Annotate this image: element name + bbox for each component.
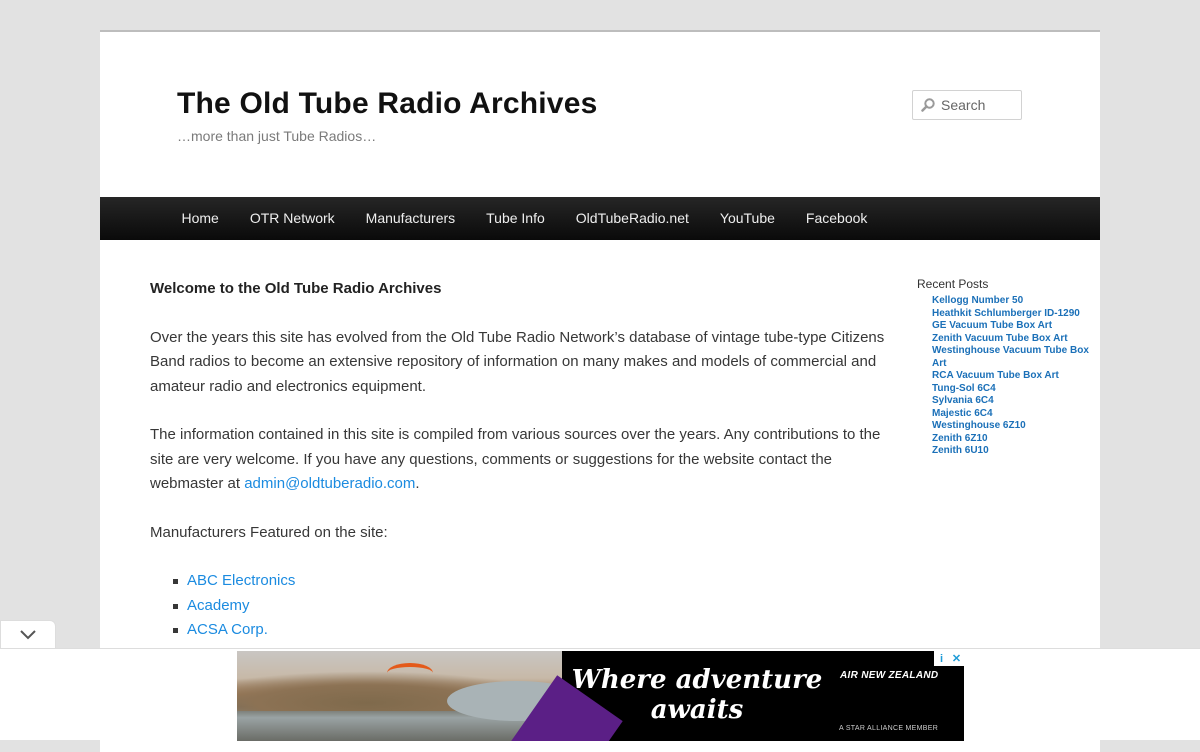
ad-brand-logo: AIR NEW ZEALAND bbox=[840, 670, 939, 681]
ad-collapse-button[interactable] bbox=[0, 620, 56, 648]
contributions-end: . bbox=[415, 475, 420, 492]
list-item: Sylvania 6C4 bbox=[932, 395, 1097, 408]
search-icon bbox=[921, 98, 935, 112]
manufacturer-link-acsa-corp[interactable]: ACSA Corp. bbox=[187, 621, 268, 638]
site-description: …more than just Tube Radios… bbox=[177, 128, 377, 144]
main-navigation: Home OTR Network Manufacturers Tube Info… bbox=[100, 197, 1100, 240]
recent-post-link[interactable]: Tung-Sol 6C4 bbox=[932, 383, 996, 394]
recent-post-link[interactable]: Kellogg Number 50 bbox=[932, 295, 1023, 306]
manufacturers-intro: Manufacturers Featured on the site: bbox=[150, 523, 388, 541]
search-input[interactable] bbox=[941, 97, 1021, 113]
ad-badges: i ✕ bbox=[934, 651, 964, 666]
search-box[interactable] bbox=[912, 90, 1022, 120]
list-item: Zenith 6U10 bbox=[932, 445, 1097, 458]
list-item: Majestic 6C4 bbox=[932, 408, 1097, 421]
list-item: ABC Electronics bbox=[173, 569, 895, 594]
list-item: ACSA Corp. bbox=[173, 618, 895, 643]
contributions-paragraph: The information contained in this site i… bbox=[150, 423, 895, 497]
recent-post-link[interactable]: Heathkit Schlumberger ID-1290 bbox=[932, 308, 1080, 319]
nav-item-tube-info[interactable]: Tube Info bbox=[471, 197, 561, 240]
page-container: The Old Tube Radio Archives …more than j… bbox=[100, 30, 1100, 752]
list-item: GE Vacuum Tube Box Art bbox=[932, 320, 1097, 333]
intro-paragraph: Over the years this site has evolved fro… bbox=[150, 328, 885, 395]
recent-posts-title: Recent Posts bbox=[917, 277, 989, 291]
list-item: Tung-Sol 6C4 bbox=[932, 383, 1097, 396]
recent-post-link[interactable]: Zenith 6Z10 bbox=[932, 433, 988, 444]
recent-post-link[interactable]: Zenith 6U10 bbox=[932, 445, 989, 456]
recent-post-link[interactable]: Zenith Vacuum Tube Box Art bbox=[932, 333, 1068, 344]
recent-post-link[interactable]: Westinghouse Vacuum Tube Box Art bbox=[932, 345, 1089, 369]
ad-landscape-image bbox=[237, 651, 587, 741]
manufacturer-link-academy[interactable]: Academy bbox=[187, 597, 250, 614]
chevron-down-icon bbox=[20, 629, 36, 639]
list-item: RCA Vacuum Tube Box Art bbox=[932, 370, 1097, 383]
ad-alliance-text: A STAR ALLIANCE MEMBER bbox=[839, 725, 939, 732]
main-content: Welcome to the Old Tube Radio Archives O… bbox=[150, 277, 895, 643]
list-item: Kellogg Number 50 bbox=[932, 295, 1097, 308]
list-item: Zenith Vacuum Tube Box Art bbox=[932, 333, 1097, 346]
nav-item-facebook[interactable]: Facebook bbox=[790, 197, 882, 240]
welcome-heading: Welcome to the Old Tube Radio Archives bbox=[150, 280, 442, 297]
list-item: Zenith 6Z10 bbox=[932, 433, 1097, 446]
manufacturers-list: ABC Electronics Academy ACSA Corp. bbox=[150, 569, 895, 643]
webmaster-email-link[interactable]: admin@oldtuberadio.com bbox=[244, 475, 415, 492]
recent-posts-list: Kellogg Number 50 Heathkit Schlumberger … bbox=[917, 295, 1097, 458]
advertisement-banner[interactable]: Where adventure awaits AIR NEW ZEALAND A… bbox=[237, 651, 964, 741]
nav-item-manufacturers[interactable]: Manufacturers bbox=[350, 197, 470, 240]
site-title[interactable]: The Old Tube Radio Archives bbox=[177, 87, 597, 121]
close-icon[interactable]: ✕ bbox=[949, 651, 964, 666]
recent-post-link[interactable]: GE Vacuum Tube Box Art bbox=[932, 320, 1052, 331]
recent-post-link[interactable]: RCA Vacuum Tube Box Art bbox=[932, 370, 1059, 381]
ad-info-icon[interactable]: i bbox=[934, 651, 949, 666]
recent-post-link[interactable]: Majestic 6C4 bbox=[932, 408, 993, 419]
nav-item-otr-network[interactable]: OTR Network bbox=[234, 197, 350, 240]
list-item: Heathkit Schlumberger ID-1290 bbox=[932, 308, 1097, 321]
recent-post-link[interactable]: Sylvania 6C4 bbox=[932, 395, 994, 406]
paraglider-icon bbox=[387, 663, 433, 683]
ad-headline: Where adventure awaits bbox=[571, 665, 823, 725]
list-item: Westinghouse Vacuum Tube Box Art bbox=[932, 345, 1097, 370]
list-item: Westinghouse 6Z10 bbox=[932, 420, 1097, 433]
list-item: Academy bbox=[173, 594, 895, 619]
recent-post-link[interactable]: Westinghouse 6Z10 bbox=[932, 420, 1026, 431]
nav-item-youtube[interactable]: YouTube bbox=[704, 197, 790, 240]
nav-item-oldtuberadio-net[interactable]: OldTubeRadio.net bbox=[560, 197, 704, 240]
sidebar: Recent Posts Kellogg Number 50 Heathkit … bbox=[917, 277, 1097, 458]
manufacturer-link-abc-electronics[interactable]: ABC Electronics bbox=[187, 572, 295, 589]
nav-item-home[interactable]: Home bbox=[166, 197, 234, 240]
ad-bar: Where adventure awaits AIR NEW ZEALAND A… bbox=[0, 648, 1200, 741]
